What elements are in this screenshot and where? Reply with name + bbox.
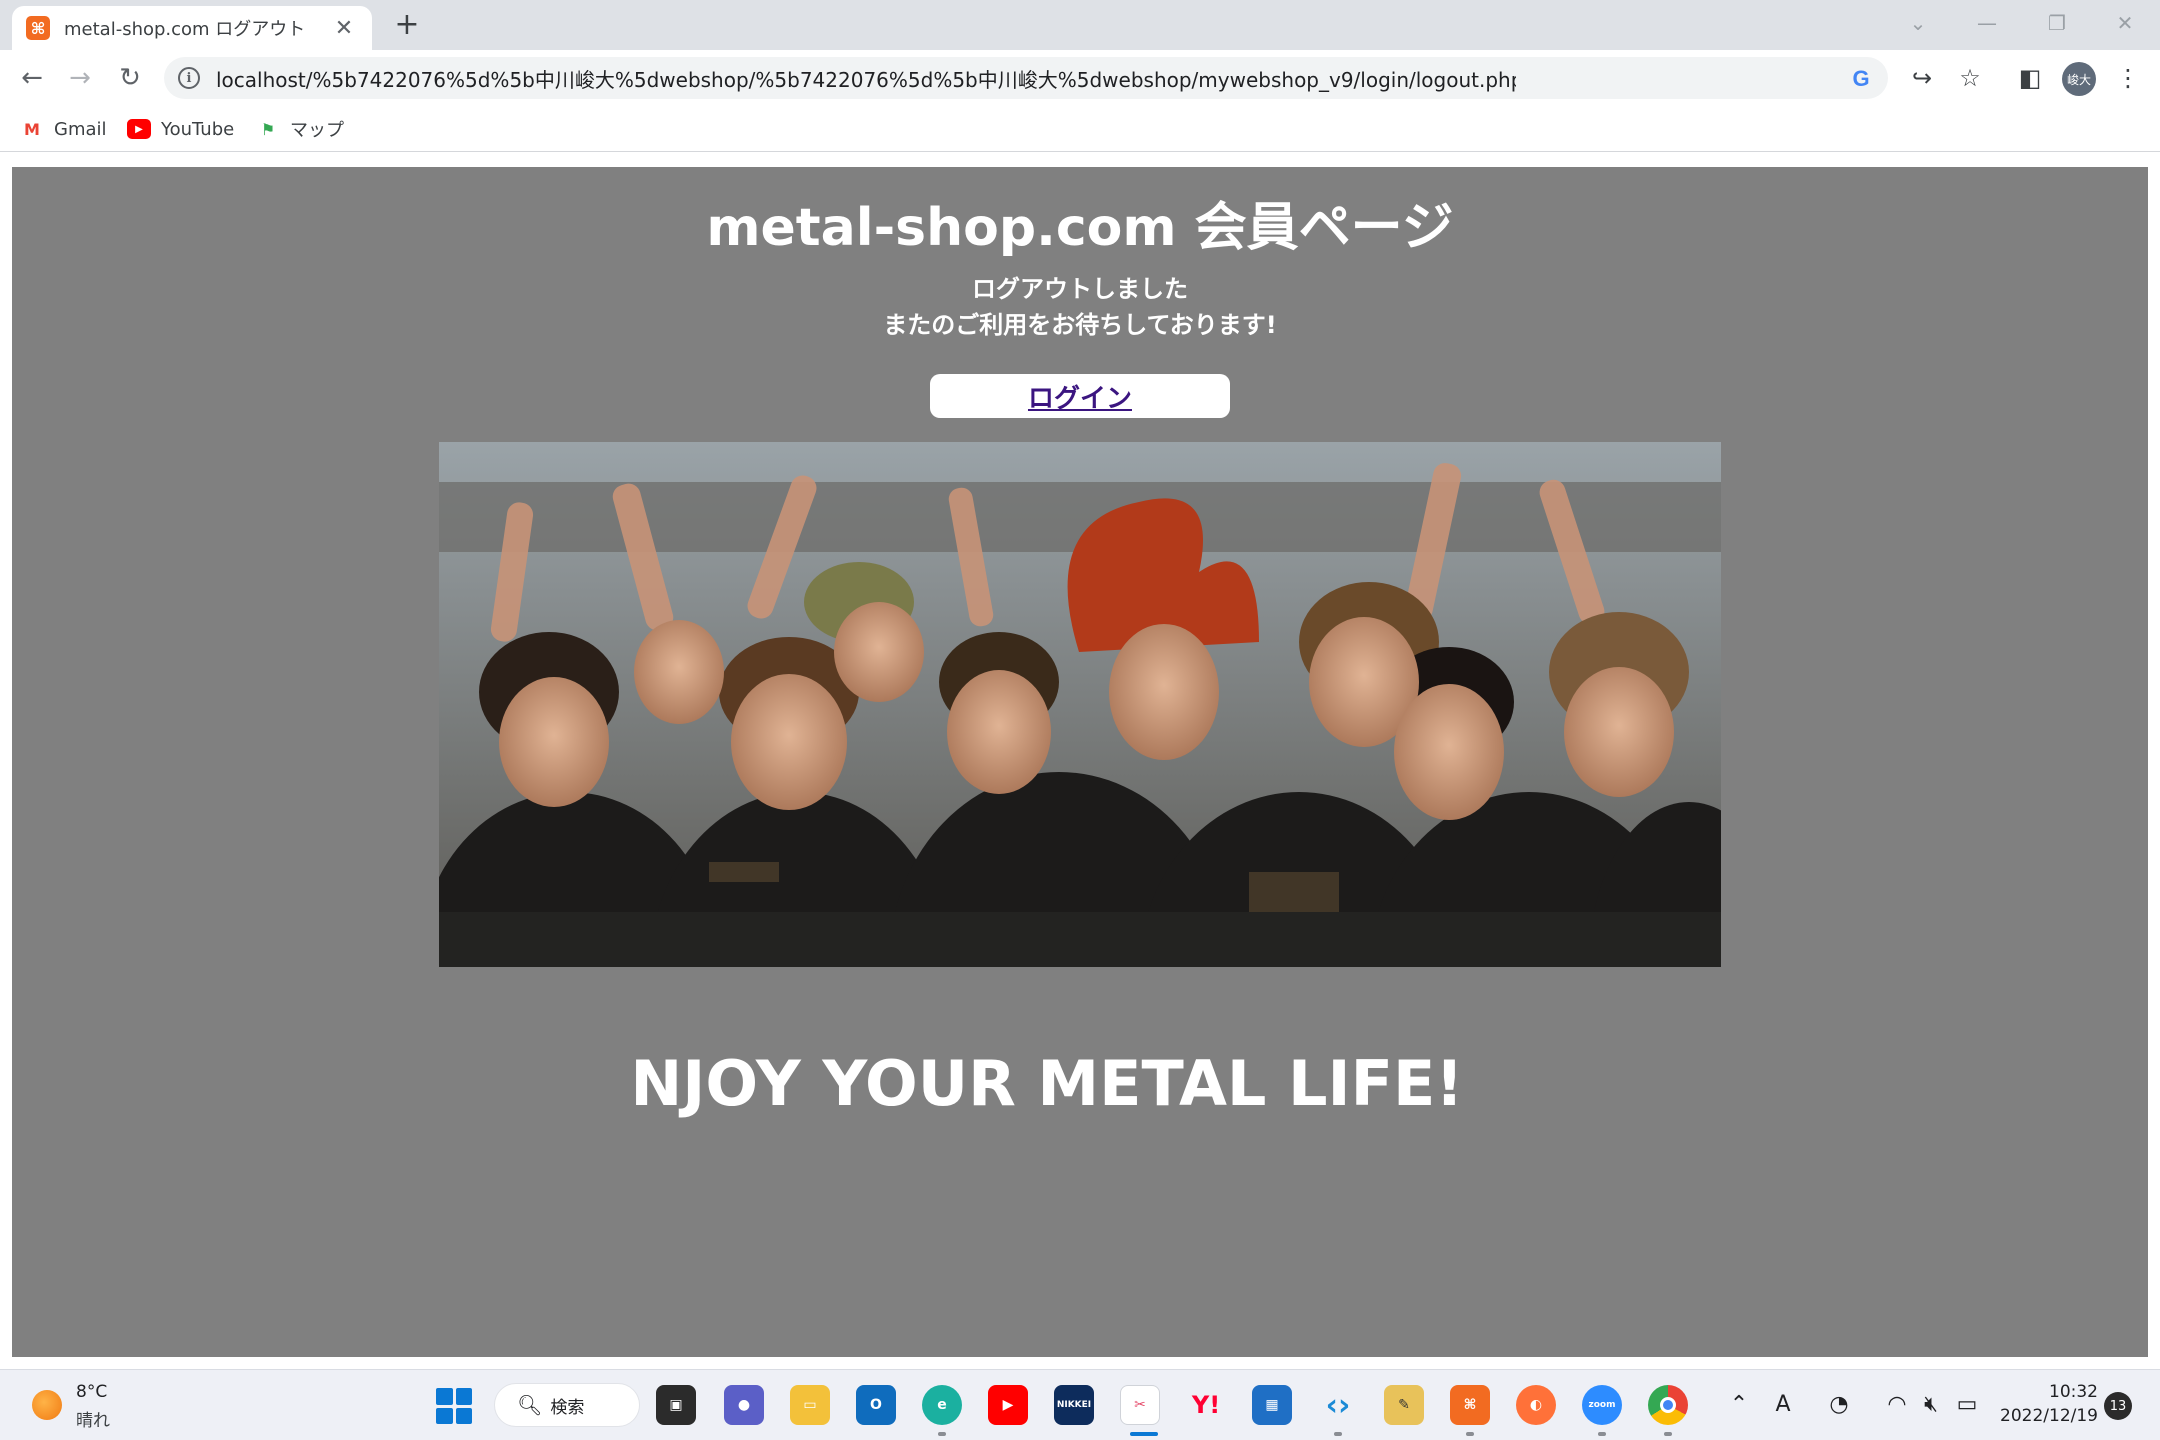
close-window-button[interactable]: ✕ — [2100, 6, 2150, 40]
tab-active[interactable]: ⌘ metal-shop.com ログアウト ✕ — [12, 6, 372, 50]
google-icon[interactable]: G — [1847, 65, 1875, 93]
bookmark-youtube[interactable]: ▶ YouTube — [127, 116, 234, 142]
forward-button[interactable]: → — [62, 60, 98, 96]
menu-kebab-icon[interactable]: ⋮ — [2112, 62, 2144, 94]
xampp-icon: ⌘ — [26, 16, 50, 40]
wifi-icon[interactable]: ◠ — [1882, 1390, 1912, 1420]
bookmarks-bar: M Gmail ▶ YouTube ⚑ マップ — [0, 106, 2160, 152]
tab-title: metal-shop.com ログアウト — [64, 19, 306, 40]
chevron-up-icon[interactable]: ⌃ — [1724, 1390, 1754, 1420]
logout-message-line2: またのご利用をお待ちしております! — [883, 311, 1277, 339]
running-indicator — [1334, 1432, 1342, 1436]
running-indicator — [938, 1432, 946, 1436]
login-button[interactable]: ログイン — [930, 374, 1230, 418]
weather-condition[interactable]: 晴れ — [76, 1406, 110, 1431]
battery-icon[interactable]: ▭ — [1952, 1390, 1982, 1420]
gmail-icon: M — [24, 119, 40, 139]
tab-search-icon[interactable]: ⌄ — [1893, 6, 1943, 40]
bookmark-maps[interactable]: ⚑ マップ — [256, 116, 344, 142]
focus-assist-icon[interactable]: ◔ — [1824, 1390, 1854, 1420]
url-text[interactable]: localhost/%5b7422076%5d%5b中川峻大%5dwebshop… — [216, 64, 1516, 93]
edge-icon[interactable]: e — [922, 1385, 962, 1425]
concert-crowd-picture — [439, 442, 1721, 967]
side-panel-icon[interactable]: ◧ — [2014, 62, 2046, 94]
task-view-icon[interactable]: ▣ — [656, 1385, 696, 1425]
search-label: 検索 — [550, 1397, 585, 1418]
bookmark-star-icon[interactable]: ☆ — [1954, 62, 1986, 94]
bookmark-label: マップ — [290, 120, 344, 141]
file-explorer-icon[interactable]: ▭ — [790, 1385, 830, 1425]
vscode-icon[interactable]: ‹› — [1318, 1385, 1358, 1425]
running-indicator — [1466, 1432, 1474, 1436]
bookmark-label: YouTube — [161, 118, 235, 140]
bookmark-gmail[interactable]: M Gmail — [20, 116, 107, 142]
share-icon[interactable]: ↪ — [1906, 62, 1938, 94]
page-title: metal-shop.com 会員ページ — [706, 198, 1454, 258]
logout-message-line1: ログアウトしました — [972, 275, 1188, 303]
info-icon[interactable]: i — [178, 67, 200, 89]
windows-logo-tile — [436, 1407, 453, 1424]
taskbar: 8°C 晴れ 🔍︎ 検索 ▣ ● ▭ O e ▶ NIKKEI ✂ Y! ▦ ‹… — [0, 1369, 2160, 1440]
page-body: metal-shop.com 会員ページ ログアウトしました またのご利用をお待… — [12, 167, 2148, 1357]
firefox-icon[interactable]: ◐ — [1516, 1385, 1556, 1425]
back-button[interactable]: ← — [14, 60, 50, 96]
concert-crowd-image — [439, 442, 1721, 967]
youtube-app-icon[interactable]: ▶ — [988, 1385, 1028, 1425]
running-indicator — [1664, 1432, 1672, 1436]
new-tab-button[interactable]: + — [390, 8, 424, 42]
reload-button[interactable]: ↻ — [112, 60, 148, 96]
windows-logo-tile — [455, 1388, 472, 1405]
chrome-icon[interactable] — [1648, 1385, 1688, 1425]
tab-strip: ⌘ metal-shop.com ログアウト ✕ + ⌄ — ❐ ✕ — [0, 0, 2160, 50]
logout-message: ログアウトしました またのご利用をお待ちしております! — [12, 271, 2148, 343]
weather-sun-icon[interactable] — [32, 1390, 62, 1420]
close-tab-icon[interactable]: ✕ — [330, 16, 358, 41]
snipping-tool-icon[interactable]: ✂ — [1120, 1385, 1160, 1425]
windows-logo-tile — [455, 1407, 472, 1424]
nikkei-icon[interactable]: NIKKEI — [1054, 1385, 1094, 1425]
search-icon: 🔍︎ — [517, 1393, 543, 1417]
weather-temp[interactable]: 8°C — [76, 1382, 107, 1402]
maps-icon: ⚑ — [260, 119, 276, 139]
browser-toolbar: ← → ↻ i localhost/%5b7422076%5d%5b中川峻大%5… — [0, 50, 2160, 106]
running-indicator — [1598, 1432, 1606, 1436]
slogan-text: NJOY YOUR METAL LIFE! — [630, 1047, 1464, 1120]
ime-indicator[interactable]: A — [1768, 1390, 1798, 1420]
start-button[interactable] — [436, 1388, 472, 1424]
minimize-button[interactable]: — — [1962, 6, 2012, 40]
address-bar[interactable]: i localhost/%5b7422076%5d%5b中川峻大%5dwebsh… — [164, 57, 1888, 99]
outlook-icon[interactable]: O — [856, 1385, 896, 1425]
page-viewport: metal-shop.com 会員ページ ログアウトしました またのご利用をお待… — [0, 153, 2160, 1369]
volume-muted-icon[interactable]: 🔇︎ — [1916, 1390, 1946, 1420]
windows-logo-tile — [436, 1388, 453, 1405]
restore-button[interactable]: ❐ — [2032, 6, 2082, 40]
zoom-icon[interactable]: zoom — [1582, 1385, 1622, 1425]
yahoo-icon[interactable]: Y! — [1186, 1385, 1226, 1425]
active-indicator — [1130, 1432, 1158, 1436]
login-link[interactable]: ログイン — [1028, 378, 1132, 415]
bookmark-label: Gmail — [54, 118, 107, 140]
notepad-icon[interactable]: ✎ — [1384, 1385, 1424, 1425]
clock-date[interactable]: 2022/12/19 — [2000, 1406, 2098, 1426]
teams-chat-icon[interactable]: ● — [724, 1385, 764, 1425]
taskbar-search[interactable]: 🔍︎ 検索 — [494, 1383, 640, 1427]
notification-badge[interactable]: 13 — [2104, 1392, 2132, 1420]
xampp-app-icon[interactable]: ⌘ — [1450, 1385, 1490, 1425]
clock-time[interactable]: 10:32 — [2049, 1382, 2098, 1402]
avatar[interactable]: 峻大 — [2062, 62, 2096, 96]
youtube-icon: ▶ — [127, 119, 151, 139]
microsoft-store-icon[interactable]: ▦ — [1252, 1385, 1292, 1425]
